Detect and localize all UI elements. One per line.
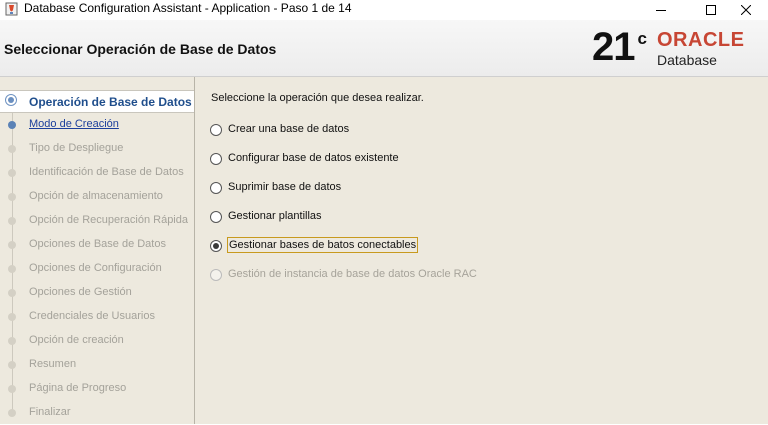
radio-button[interactable] xyxy=(210,211,222,223)
app-icon xyxy=(5,2,18,16)
close-button[interactable] xyxy=(723,0,768,20)
content-panel: Seleccione la operación que desea realiz… xyxy=(195,77,768,424)
step-item: Opciones de Base de Datos xyxy=(0,235,194,257)
step-dot-icon xyxy=(8,361,16,369)
option-label[interactable]: Gestionar bases de batos conectables xyxy=(227,237,419,253)
step-label: Operación de Base de Datos xyxy=(29,95,192,109)
radio-button xyxy=(210,269,222,281)
step-label[interactable]: Modo de Creación xyxy=(29,118,119,130)
minimize-button[interactable] xyxy=(638,0,683,20)
header-banner: Seleccionar Operación de Base de Datos 2… xyxy=(0,20,768,77)
current-step-icon xyxy=(5,94,17,106)
step-label: Finalizar xyxy=(29,406,71,418)
step-dot-icon xyxy=(8,409,16,417)
step-item: Opción de Recuperación Rápida xyxy=(0,211,194,233)
maximize-icon xyxy=(705,5,716,15)
step-label: Opción de Recuperación Rápida xyxy=(29,214,188,226)
version-number: 21 xyxy=(592,25,635,69)
step-label: Opción de creación xyxy=(29,334,124,346)
step-item: Opción de almacenamiento xyxy=(0,187,194,209)
step-label: Opción de almacenamiento xyxy=(29,190,163,202)
close-icon xyxy=(740,5,751,15)
option-label[interactable]: Suprimir base de datos xyxy=(227,181,342,193)
step-item: Identificación de Base de Datos xyxy=(0,163,194,185)
step-label: Credenciales de Usuarios xyxy=(29,310,155,322)
step-label: Página de Progreso xyxy=(29,382,127,394)
option-label: Gestión de instancia de base de datos Or… xyxy=(228,268,477,280)
window-title: Database Configuration Assistant - Appli… xyxy=(24,1,352,15)
step-label: Opciones de Base de Datos xyxy=(29,238,166,250)
radio-button[interactable] xyxy=(210,153,222,165)
step-dot-icon xyxy=(8,217,16,225)
main-area: Operación de Base de Datos Modo de Creaci… xyxy=(0,77,768,424)
radio-button[interactable] xyxy=(210,124,222,136)
option-label[interactable]: Crear una base de datos xyxy=(227,123,350,135)
step-dot-icon xyxy=(8,169,16,177)
step-label: Resumen xyxy=(29,358,77,370)
step-label: Opciones de Configuración xyxy=(29,262,162,274)
step-dot-icon xyxy=(8,241,16,249)
radio-button[interactable] xyxy=(210,240,222,252)
step-item: Tipo de Despliegue xyxy=(0,139,194,161)
step-dot-icon xyxy=(8,337,16,345)
page-title: Seleccionar Operación de Base de Datos xyxy=(4,41,277,57)
title-bar: Database Configuration Assistant - Appli… xyxy=(0,0,768,20)
version-suffix: c xyxy=(637,29,648,48)
step-dot-icon xyxy=(8,145,16,153)
steps-sidebar: Operación de Base de Datos Modo de Creaci… xyxy=(0,77,195,424)
step-item: Finalizar xyxy=(0,403,194,425)
step-item: Operación de Base de Datos xyxy=(0,90,194,113)
option-label[interactable]: Configurar base de datos existente xyxy=(227,152,400,164)
step-dot-icon xyxy=(8,265,16,273)
step-dot-icon xyxy=(8,313,16,321)
step-item: Opciones de Gestión xyxy=(0,283,194,305)
step-dot-icon xyxy=(8,193,16,201)
option-label[interactable]: Gestionar plantillas xyxy=(227,210,323,222)
step-label: Tipo de Despliegue xyxy=(29,142,124,154)
step-item: Página de Progreso xyxy=(0,379,194,401)
step-item: Opción de creación xyxy=(0,331,194,353)
step-dot-icon xyxy=(8,121,16,129)
step-label: Identificación de Base de Datos xyxy=(29,166,184,178)
step-item: Opciones de Configuración xyxy=(0,259,194,281)
product-name: Database xyxy=(657,52,717,68)
step-item: Resumen xyxy=(0,355,194,377)
step-dot-icon xyxy=(8,385,16,393)
oracle-logo: ORACLE xyxy=(657,29,745,51)
step-dot-icon xyxy=(8,289,16,297)
minimize-icon xyxy=(655,10,666,11)
version-logo: 21 c xyxy=(592,25,648,76)
radio-button[interactable] xyxy=(210,182,222,194)
step-label: Opciones de Gestión xyxy=(29,286,132,298)
step-item: Credenciales de Usuarios xyxy=(0,307,194,329)
step-item[interactable]: Modo de Creación xyxy=(0,115,194,137)
operation-prompt: Seleccione la operación que desea realiz… xyxy=(211,92,424,104)
